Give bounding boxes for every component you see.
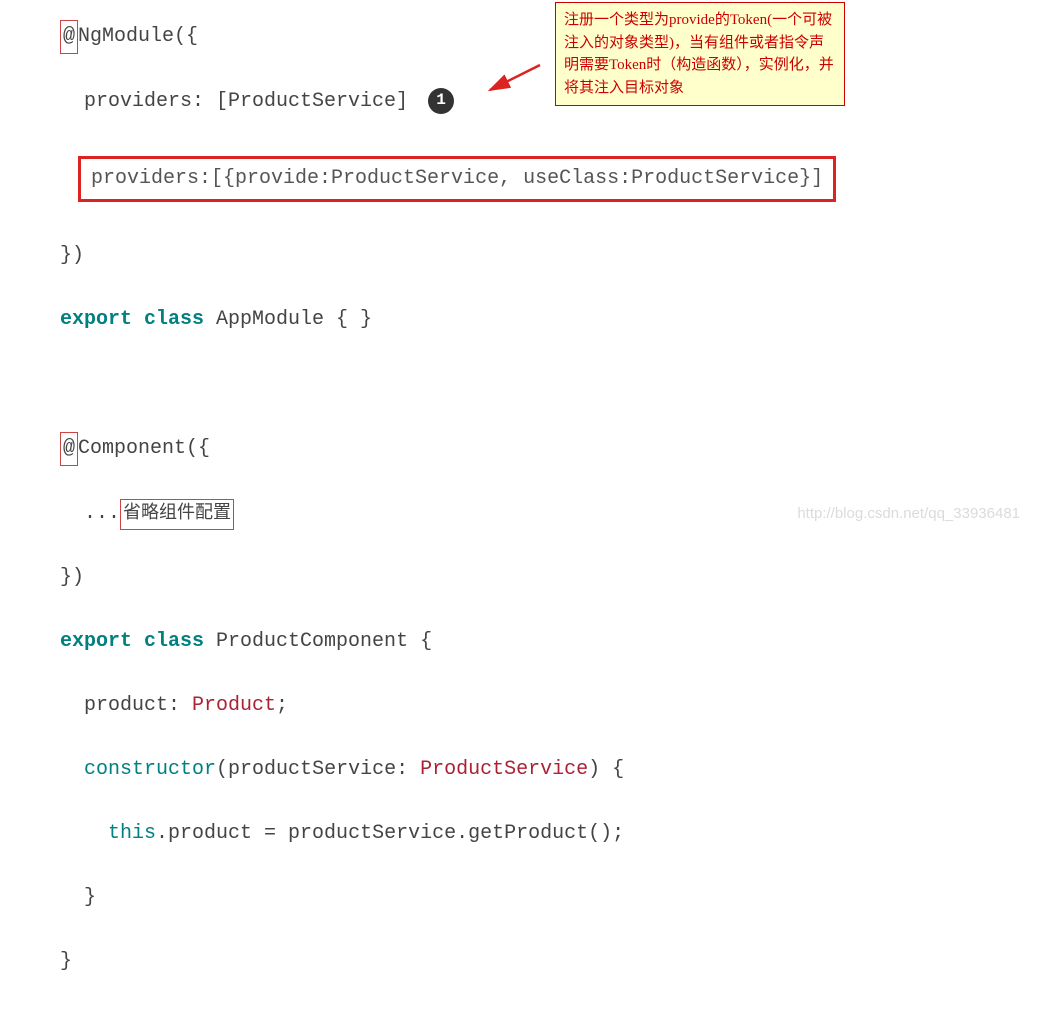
omitted-config-box: 省略组件配置 xyxy=(120,499,234,530)
arrow-icon xyxy=(480,60,550,100)
expanded-provider-box: providers:[{provide:ProductService, useC… xyxy=(78,156,836,202)
decorator-at-box: @ xyxy=(60,20,78,54)
note-text: 注册一个类型为provide的Token(一个可被注入的对象类型)，当有组件或者… xyxy=(564,12,834,96)
decorator-at-box-2: @ xyxy=(60,432,78,466)
watermark-text: http://blog.csdn.net/qq_33936481 xyxy=(797,502,1020,526)
annotation-note: 注册一个类型为provide的Token(一个可被注入的对象类型)，当有组件或者… xyxy=(555,2,845,106)
badge-1: 1 xyxy=(428,88,454,114)
